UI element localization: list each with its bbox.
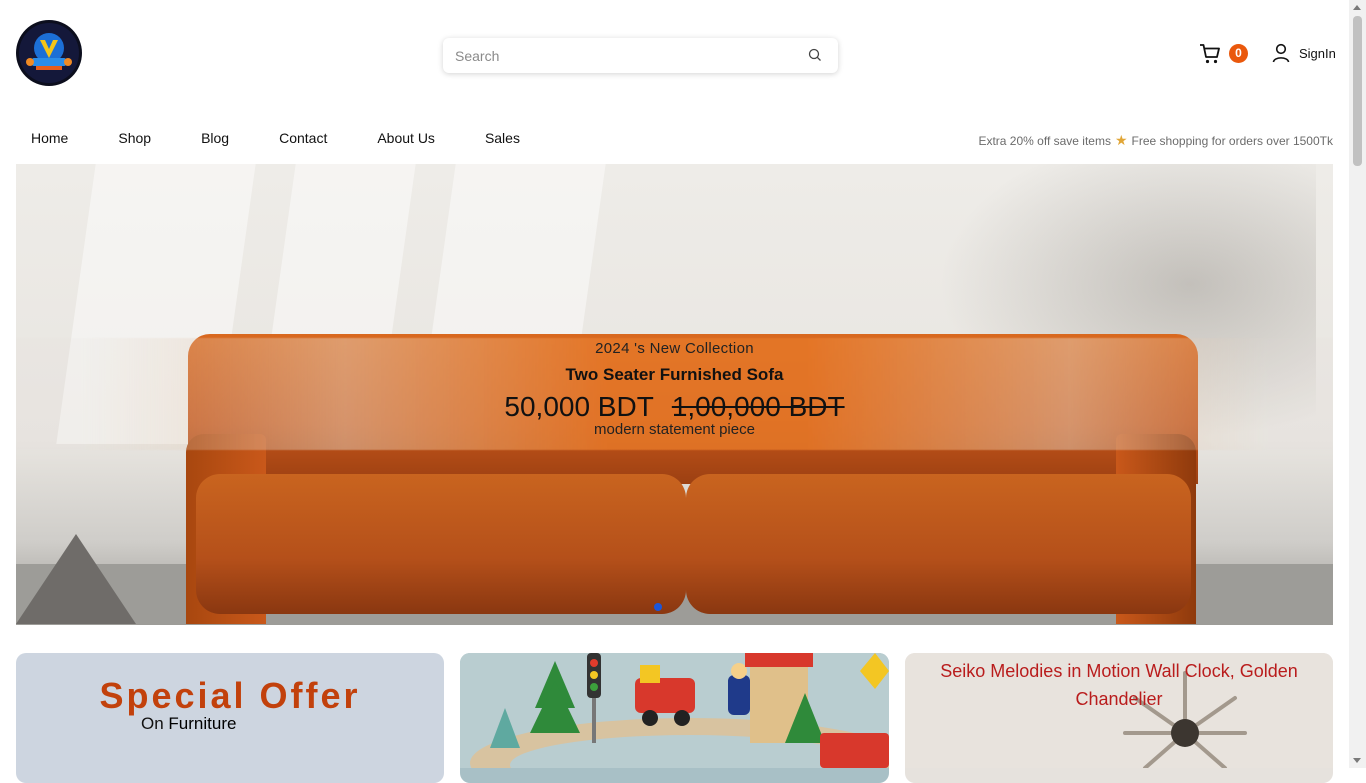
scroll-up-icon[interactable] — [1353, 5, 1361, 10]
signin-link[interactable]: SignIn — [1299, 46, 1336, 61]
promo-discount-text: Extra 20% off save items — [978, 134, 1111, 148]
main-nav: Home Shop Blog Contact About Us Sales — [16, 130, 555, 150]
search-bar — [443, 38, 838, 73]
nav-home[interactable]: Home — [16, 130, 83, 150]
nav-about-us[interactable]: About Us — [362, 130, 450, 150]
hero-product-name: Two Seater Furnished Sofa — [565, 365, 784, 384]
search-input[interactable] — [443, 38, 795, 73]
nav-sales[interactable]: Sales — [470, 130, 535, 150]
scroll-down-icon[interactable] — [1353, 758, 1361, 763]
offer-title: Special Offer — [99, 675, 361, 716]
special-offer-card[interactable]: Special Offer On Furniture — [16, 653, 444, 783]
nav-contact[interactable]: Contact — [264, 130, 342, 150]
search-icon[interactable] — [808, 48, 822, 62]
hero-caption: 2024 's New Collection Two Seater Furnis… — [16, 340, 1333, 438]
promo-strip: Extra 20% off save items ★ Free shopping f… — [978, 132, 1333, 149]
page-scrollbar[interactable] — [1349, 0, 1366, 768]
slider-dot-active[interactable] — [654, 603, 662, 611]
user-icon[interactable] — [1272, 43, 1290, 63]
toy-train-image — [460, 653, 889, 783]
sofa-cushion-left — [196, 474, 686, 614]
hero-prices: 50,000 BDT 1,00,000 BDT — [16, 391, 1333, 423]
hero-old-price: 1,00,000 BDT — [671, 391, 845, 422]
promo-shipping-text: Free shopping for orders over 1500Tk — [1131, 134, 1333, 148]
lamp-image — [16, 534, 136, 624]
hero-slider[interactable]: 2024 's New Collection Two Seater Furnis… — [16, 164, 1333, 625]
hero-price: 50,000 BDT — [504, 391, 654, 422]
star-icon: ★ — [1114, 132, 1128, 148]
site-logo[interactable] — [16, 20, 82, 86]
offer-on: On — [141, 714, 164, 733]
offer-category: Furniture — [168, 714, 237, 733]
hero-tagline: modern statement piece — [594, 421, 755, 438]
offer-subtitle: On Furniture — [141, 714, 236, 734]
nav-shop[interactable]: Shop — [103, 130, 166, 150]
wall-clock-card[interactable]: Seiko Melodies in Motion Wall Clock, Gol… — [905, 653, 1333, 783]
nav-blog[interactable]: Blog — [186, 130, 244, 150]
hero-collection: 2024 's New Collection — [595, 340, 754, 357]
scroll-thumb[interactable] — [1353, 16, 1362, 166]
toy-train-card[interactable] — [460, 653, 889, 783]
sofa-cushion-right — [686, 474, 1191, 614]
cart-count-badge: 0 — [1229, 44, 1248, 63]
cart-icon[interactable] — [1199, 43, 1221, 65]
clock-title: Seiko Melodies in Motion Wall Clock, Gol… — [940, 661, 1298, 709]
